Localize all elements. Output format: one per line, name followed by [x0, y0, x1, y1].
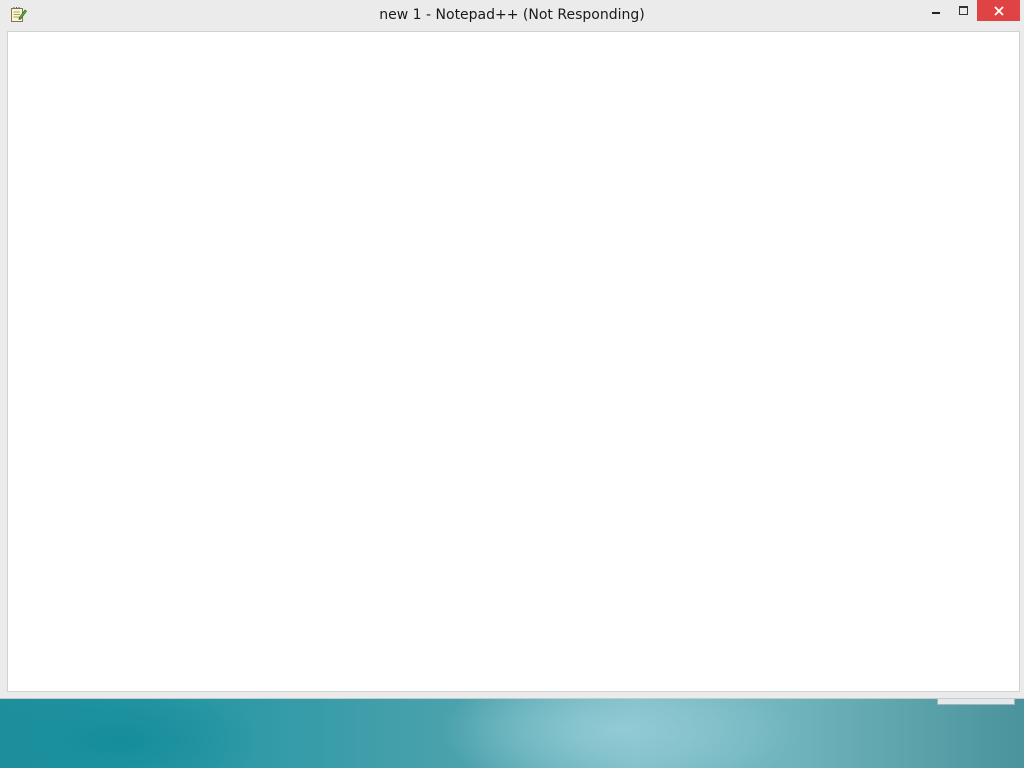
- editor-area[interactable]: [7, 31, 1020, 692]
- window-title: new 1 - Notepad++ (Not Responding): [379, 7, 645, 23]
- title-bar[interactable]: new 1 - Notepad++ (Not Responding): [0, 0, 1024, 30]
- minimize-button[interactable]: [922, 0, 950, 21]
- background-window-edge: [937, 698, 1015, 705]
- notepad-window: new 1 - Notepad++ (Not Responding): [0, 0, 1024, 699]
- close-button[interactable]: [977, 0, 1020, 21]
- maximize-icon: [959, 6, 968, 15]
- minimize-icon: [932, 11, 940, 14]
- maximize-button[interactable]: [950, 0, 977, 21]
- close-icon: [993, 5, 1004, 16]
